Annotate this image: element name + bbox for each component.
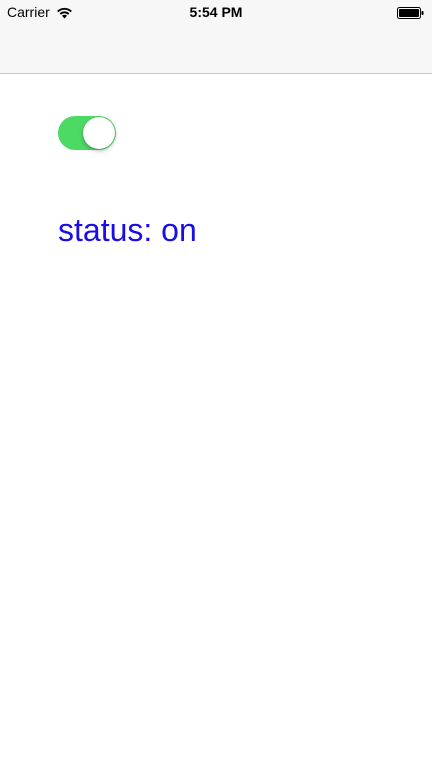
status-label: status: on bbox=[58, 212, 197, 248]
status-time: 5:54 PM bbox=[189, 4, 243, 20]
status-bar: Carrier 5:54 PM bbox=[0, 0, 432, 24]
battery-icon bbox=[397, 6, 424, 19]
toggle-switch-knob bbox=[83, 117, 115, 149]
app-screen: Carrier 5:54 PM status: on bbox=[0, 0, 432, 768]
toggle-switch[interactable] bbox=[58, 116, 116, 150]
